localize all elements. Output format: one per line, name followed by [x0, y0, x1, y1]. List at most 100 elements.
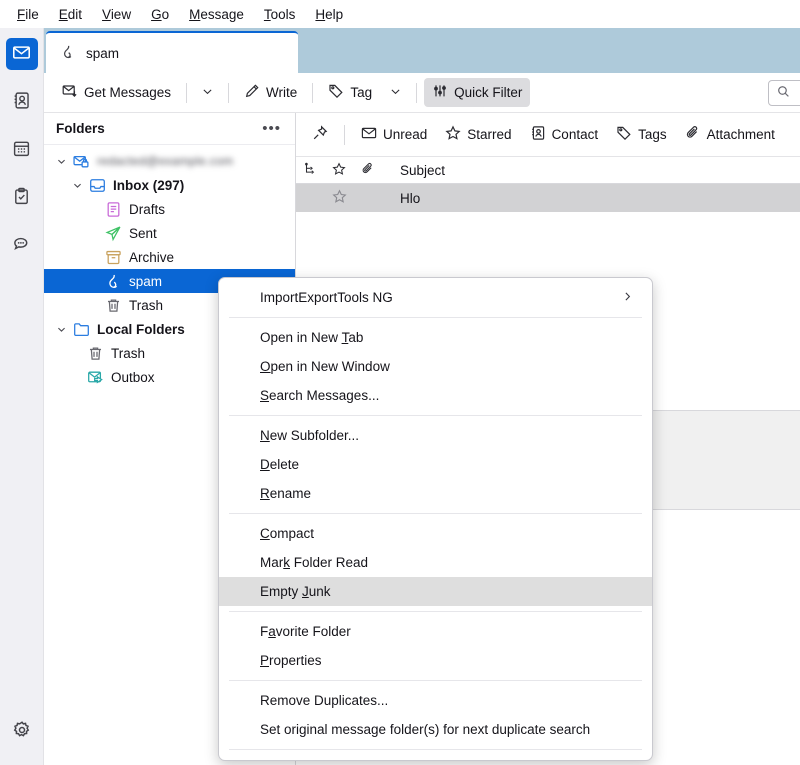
account-email-label: redacted@example.com — [97, 154, 234, 168]
ctx-separator-1 — [229, 317, 642, 318]
star-icon — [331, 189, 347, 207]
folder-row-account[interactable]: redacted@example.com — [44, 149, 295, 173]
folder-label-archive: Archive — [129, 249, 175, 265]
filter-attachment-label: Attachment — [706, 127, 775, 142]
menu-view[interactable]: View — [93, 4, 140, 25]
paperclip-icon — [361, 162, 375, 179]
folder-label-inbox: Inbox (297) — [113, 177, 185, 193]
ctx-empty-junk[interactable]: Empty Junk — [219, 577, 652, 606]
ctx-separator-3 — [229, 513, 642, 514]
ctx-label: Search Messages... — [260, 388, 380, 403]
ctx-properties[interactable]: Properties — [219, 646, 652, 675]
tab-label: spam — [86, 45, 120, 61]
chevron-down-icon[interactable] — [68, 180, 86, 191]
ctx-delete[interactable]: Delete — [219, 450, 652, 479]
main-toolbar: Get Messages Write Tag Quick Filter — [44, 73, 800, 113]
rail-tasks-button[interactable] — [6, 182, 38, 214]
rail-settings-button[interactable] — [6, 715, 38, 747]
chevron-down-icon[interactable] — [52, 324, 70, 335]
filter-unread-button[interactable]: Unread — [353, 120, 435, 149]
ctx-label: Open in New Tab — [260, 330, 364, 345]
rail-calendar-button[interactable] — [6, 134, 38, 166]
rail-address-book-button[interactable] — [6, 86, 38, 118]
folder-row-drafts[interactable]: Drafts — [44, 197, 295, 221]
menu-help[interactable]: Help — [306, 4, 352, 25]
column-subject-label[interactable]: Subject — [382, 163, 445, 178]
folder-row-inbox[interactable]: Inbox (297) — [44, 173, 295, 197]
mail-icon — [12, 43, 31, 65]
trash-icon — [84, 345, 106, 362]
thread-icon — [303, 162, 317, 179]
rail-mail-button[interactable] — [5, 38, 38, 70]
menu-tools[interactable]: Tools — [255, 4, 305, 25]
ctx-rename[interactable]: Rename — [219, 479, 652, 508]
ctx-open-in-new-tab[interactable]: Open in New Tab — [219, 323, 652, 352]
thunderbird-window: File Edit View Go Message Tools Help spa… — [0, 0, 800, 765]
pin-icon — [312, 125, 328, 144]
ctx-favorite-folder[interactable]: Favorite Folder — [219, 617, 652, 646]
quick-filter-button[interactable]: Quick Filter — [424, 78, 531, 107]
row-star-toggle[interactable] — [324, 184, 354, 212]
toolbar-separator-2 — [228, 82, 230, 103]
ctx-search-messages[interactable]: Search Messages... — [219, 381, 652, 410]
column-thread[interactable] — [296, 157, 324, 183]
chevron-down-icon — [201, 85, 214, 101]
menu-go[interactable]: Go — [142, 4, 178, 25]
row-subject: Hlo — [400, 190, 421, 206]
folder-row-sent[interactable]: Sent — [44, 221, 295, 245]
get-messages-label: Get Messages — [84, 85, 172, 100]
trash-icon — [102, 297, 124, 314]
toolbar-separator-1 — [186, 82, 188, 103]
get-messages-button[interactable]: Get Messages — [54, 78, 179, 107]
ctx-compact[interactable]: Compact — [219, 519, 652, 548]
rail-chat-button[interactable] — [6, 230, 38, 262]
tab-spam[interactable]: spam — [46, 31, 298, 73]
tasks-icon — [12, 187, 31, 209]
write-button[interactable]: Write — [236, 78, 305, 107]
ctx-set-original-message-folder[interactable]: Set original message folder(s) for next … — [219, 715, 652, 744]
folders-more-button[interactable]: ••• — [258, 120, 285, 137]
column-starred[interactable] — [324, 157, 354, 183]
inbox-icon — [86, 177, 108, 194]
folder-row-archive[interactable]: Archive — [44, 245, 295, 269]
filter-tags-label: Tags — [638, 127, 667, 142]
sent-icon — [102, 225, 124, 242]
menu-bar: File Edit View Go Message Tools Help — [0, 0, 800, 28]
table-row[interactable]: Hlo — [296, 184, 800, 212]
menu-file[interactable]: File — [8, 4, 48, 25]
folder-context-menu: ImportExportTools NG Open in New Tab Ope… — [218, 277, 653, 761]
quick-filter-pin-button[interactable] — [304, 120, 336, 149]
chevron-down-icon[interactable] — [52, 156, 70, 167]
ctx-label: Compact — [260, 526, 315, 541]
ctx-remove-duplicates[interactable]: Remove Duplicates... — [219, 686, 652, 715]
menu-message[interactable]: Message — [180, 4, 253, 25]
unread-icon — [361, 125, 377, 144]
filter-starred-button[interactable]: Starred — [437, 120, 519, 149]
flame-icon — [60, 44, 76, 63]
folder-label-spam: spam — [129, 273, 163, 289]
column-attachment[interactable] — [354, 157, 382, 183]
menu-edit[interactable]: Edit — [50, 4, 91, 25]
get-messages-dropdown[interactable] — [194, 80, 221, 106]
ctx-label: Delete — [260, 457, 300, 472]
ctx-new-subfolder[interactable]: New Subfolder... — [219, 421, 652, 450]
filter-contact-button[interactable]: Contact — [522, 120, 607, 149]
ctx-open-in-new-window[interactable]: Open in New Window — [219, 352, 652, 381]
flame-icon — [102, 273, 124, 290]
search-input[interactable] — [768, 80, 800, 106]
ctx-mark-folder-read[interactable]: Mark Folder Read — [219, 548, 652, 577]
tag-dropdown[interactable] — [382, 80, 409, 106]
folder-label-drafts: Drafts — [129, 201, 166, 217]
row-thread-cell — [296, 184, 324, 212]
toolbar-separator-4 — [416, 82, 418, 103]
ctx-importexporttools-ng[interactable]: ImportExportTools NG — [219, 283, 652, 312]
filter-attachment-button[interactable]: Attachment — [677, 120, 783, 149]
ctx-separator-5 — [229, 680, 642, 681]
folder-label-outbox: Outbox — [111, 369, 155, 385]
filter-sliders-icon — [432, 83, 448, 102]
quick-filter-separator — [344, 124, 345, 145]
star-icon — [332, 161, 346, 179]
filter-tags-button[interactable]: Tags — [608, 120, 675, 149]
tag-button[interactable]: Tag — [320, 78, 380, 107]
ctx-separator-4 — [229, 611, 642, 612]
